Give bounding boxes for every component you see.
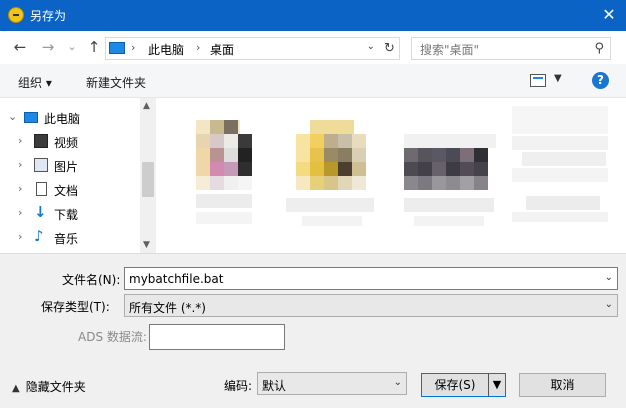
chevron-right-icon[interactable]: › bbox=[18, 206, 22, 219]
navigation-pane: ⌄ 此电脑 › 视频 › 图片 › 文档 › ↓ 下载 › ♪ 音乐 ▲ ▼ bbox=[0, 98, 156, 253]
title-bar: 另存为 ✕ bbox=[0, 0, 626, 31]
scroll-up-icon[interactable]: ▲ bbox=[143, 101, 150, 111]
chevron-down-icon[interactable]: ⌄ bbox=[605, 299, 613, 310]
view-options-icon[interactable] bbox=[530, 74, 546, 87]
address-bar[interactable]: › 此电脑 › 桌面 ⌄ bbox=[105, 37, 400, 60]
forward-button[interactable]: → bbox=[38, 37, 58, 57]
sidebar-item-videos[interactable]: › 视频 bbox=[0, 130, 140, 152]
documents-icon bbox=[36, 182, 47, 196]
chevron-right-icon[interactable]: › bbox=[18, 134, 22, 147]
encoding-label: 编码: bbox=[224, 379, 253, 393]
chevron-down-icon[interactable]: ▼ bbox=[554, 73, 562, 84]
filename-label: 文件名(N): bbox=[62, 273, 121, 287]
ads-input[interactable] bbox=[149, 324, 285, 350]
cancel-button[interactable]: 取消 bbox=[519, 373, 606, 397]
filetype-label: 保存类型(T): bbox=[41, 300, 110, 314]
search-input[interactable]: 搜索"桌面" ⚲ bbox=[411, 37, 611, 60]
new-folder-button[interactable]: 新建文件夹 bbox=[86, 74, 146, 91]
search-icon: ⚲ bbox=[594, 41, 604, 56]
close-button[interactable]: ✕ bbox=[592, 0, 626, 31]
sidebar-item-this-pc[interactable]: ⌄ 此电脑 bbox=[0, 106, 140, 128]
file-item[interactable] bbox=[196, 112, 266, 224]
sidebar-item-downloads[interactable]: › ↓ 下载 bbox=[0, 202, 140, 224]
sidebar-item-label: 视频 bbox=[54, 136, 79, 150]
breadcrumb-desktop[interactable]: 桌面 bbox=[210, 41, 234, 58]
recent-locations-button[interactable]: ⌄ bbox=[62, 37, 82, 57]
chevron-down-icon[interactable]: ⌄ bbox=[367, 41, 375, 52]
sidebar-item-label: 图片 bbox=[54, 160, 79, 174]
ads-label: ADS 数据流: bbox=[78, 330, 147, 344]
help-icon[interactable]: ? bbox=[592, 72, 609, 89]
filename-input[interactable]: mybatchfile.bat ⌄ bbox=[124, 267, 618, 290]
sidebar-item-label: 文档 bbox=[54, 184, 79, 198]
chevron-right-icon: › bbox=[131, 41, 136, 54]
chevron-right-icon: › bbox=[196, 41, 201, 54]
chevron-up-icon: ▲ bbox=[12, 383, 20, 394]
sidebar-item-label: 下载 bbox=[54, 208, 79, 222]
computer-icon bbox=[109, 42, 125, 54]
command-toolbar: 组织 ▾ 新建文件夹 ▼ ? bbox=[0, 64, 626, 98]
save-options-dropdown[interactable]: ▼ bbox=[488, 373, 506, 397]
encoding-select[interactable]: 默认 ⌄ bbox=[257, 372, 407, 395]
filetype-value: 所有文件 (*.*) bbox=[129, 301, 206, 315]
computer-icon bbox=[24, 112, 38, 123]
scroll-down-icon[interactable]: ▼ bbox=[143, 240, 150, 250]
pictures-icon bbox=[34, 158, 48, 172]
filetype-select[interactable]: 所有文件 (*.*) ⌄ bbox=[124, 294, 618, 317]
sidebar-item-documents[interactable]: › 文档 bbox=[0, 178, 140, 200]
up-button[interactable]: ↑ bbox=[84, 37, 104, 57]
video-icon bbox=[34, 134, 48, 148]
chevron-right-icon[interactable]: › bbox=[18, 182, 22, 195]
chevron-down-icon[interactable]: ⌄ bbox=[394, 377, 402, 388]
save-form: 文件名(N): mybatchfile.bat ⌄ 保存类型(T): 所有文件 … bbox=[0, 253, 626, 408]
download-icon: ↓ bbox=[34, 203, 47, 221]
file-item[interactable] bbox=[404, 112, 499, 226]
file-item[interactable] bbox=[512, 106, 612, 224]
chevron-right-icon[interactable]: › bbox=[18, 230, 22, 243]
sidebar-item-label: 音乐 bbox=[54, 232, 79, 246]
save-button[interactable]: 保存(S) bbox=[421, 373, 489, 397]
chevron-down-icon[interactable]: ⌄ bbox=[605, 272, 613, 283]
sidebar-item-pictures[interactable]: › 图片 bbox=[0, 154, 140, 176]
refresh-button[interactable]: ↻ bbox=[380, 37, 400, 60]
chevron-down-icon[interactable]: ⌄ bbox=[8, 110, 17, 123]
organize-button[interactable]: 组织 ▾ bbox=[18, 74, 52, 91]
window-title: 另存为 bbox=[30, 9, 67, 23]
sidebar-scrollbar[interactable]: ▲ ▼ bbox=[140, 98, 156, 253]
hide-folders-button[interactable]: ▲ 隐藏文件夹 bbox=[12, 378, 86, 395]
back-button[interactable]: ← bbox=[10, 37, 30, 57]
breadcrumb-this-pc[interactable]: 此电脑 bbox=[148, 41, 184, 58]
file-item[interactable] bbox=[286, 112, 396, 226]
search-placeholder: 搜索"桌面" bbox=[420, 43, 480, 57]
navigation-bar: ← → ⌄ ↑ › 此电脑 › 桌面 ⌄ ↻ 搜索"桌面" ⚲ bbox=[0, 31, 626, 64]
scrollbar-thumb[interactable] bbox=[142, 162, 154, 197]
sidebar-item-label: 此电脑 bbox=[44, 112, 81, 126]
hide-folders-label: 隐藏文件夹 bbox=[25, 380, 86, 394]
encoding-value: 默认 bbox=[262, 379, 287, 393]
music-icon: ♪ bbox=[34, 227, 44, 245]
sidebar-item-music[interactable]: › ♪ 音乐 bbox=[0, 226, 140, 248]
chevron-right-icon[interactable]: › bbox=[18, 158, 22, 171]
file-list bbox=[156, 98, 626, 253]
filename-value: mybatchfile.bat bbox=[129, 272, 224, 286]
app-icon bbox=[8, 7, 24, 23]
